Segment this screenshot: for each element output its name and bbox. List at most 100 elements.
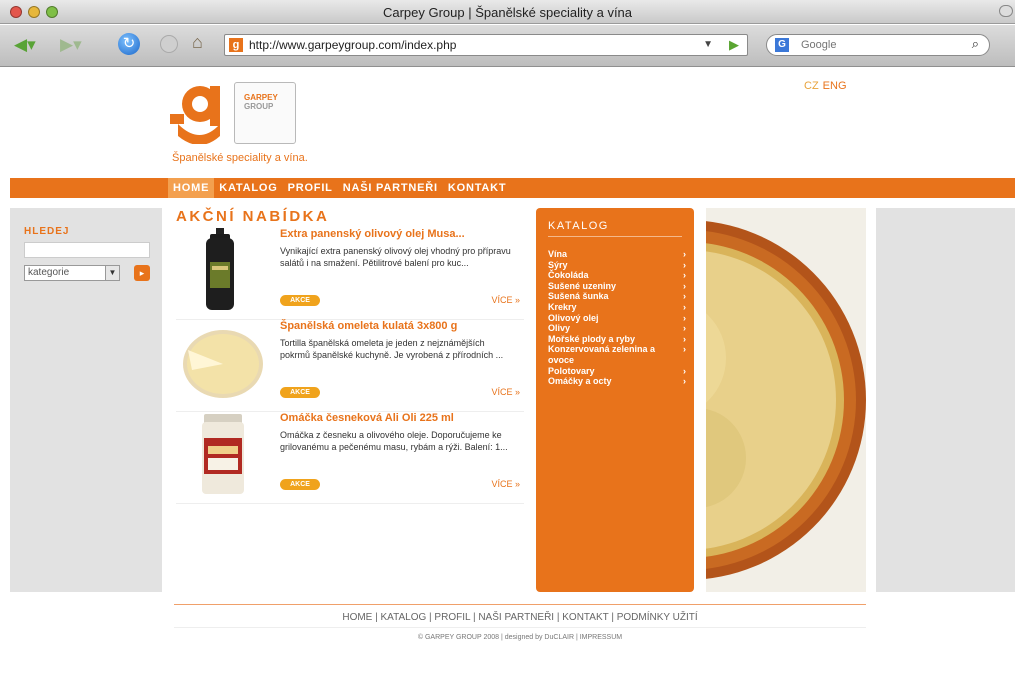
chevron-right-icon: ›	[683, 249, 686, 259]
catalog-item[interactable]: Polotovary ›	[548, 366, 688, 377]
nav-kontakt[interactable]: KONTAKT	[443, 178, 512, 198]
footer-link-partners[interactable]: NAŠI PARTNEŘI	[478, 612, 554, 623]
chevron-right-icon: ›	[683, 280, 686, 291]
catalog-item[interactable]: Sýry ›	[548, 260, 688, 271]
language-switcher: CZ ENG	[804, 80, 847, 92]
category-select[interactable]: kategorie ▼	[24, 265, 120, 281]
main-navigation: HOME KATALOG PROFIL NAŠI PARTNEŘI KONTAK…	[10, 178, 1015, 198]
product-item: Extra panenský olivový olej Musa... Vyni…	[176, 228, 524, 320]
footer-copyright: © GARPEY GROUP 2008 | designed by DuCLAI…	[417, 634, 623, 641]
spanish-omelette-image[interactable]	[180, 320, 266, 404]
chevron-right-icon: ›	[683, 312, 686, 323]
chevron-right-icon: ›	[683, 365, 686, 376]
product-item: Omáčka česneková Ali Oli 225 ml Omáčka z…	[176, 412, 524, 504]
garpey-group-logo-box[interactable]: GARPEY GROUP	[234, 82, 296, 144]
catalog-item-label: Olivy	[548, 323, 571, 334]
window-titlebar: Carpey Group | Španělské speciality a ví…	[0, 0, 1015, 24]
catalog-item[interactable]: Čokoláda ›	[548, 270, 688, 281]
site-search-button[interactable]: ▸	[134, 265, 150, 281]
search-icon[interactable]: ⌕	[972, 36, 979, 52]
product-name[interactable]: Extra panenský olivový olej Musa...	[280, 228, 465, 240]
chevron-right-icon: ›	[683, 301, 686, 312]
sale-badge: AKCE	[280, 387, 320, 398]
catalog-title: KATALOG	[548, 220, 609, 232]
product-item: Španělská omeleta kulatá 3x800 g Tortill…	[176, 320, 524, 412]
product-name[interactable]: Španělská omeleta kulatá 3x800 g	[280, 320, 457, 332]
catalog-item[interactable]: Vína ›	[548, 249, 688, 260]
chevron-right-icon: ›	[683, 291, 686, 302]
window-title: Carpey Group | Španělské speciality a ví…	[382, 5, 633, 20]
search-bar[interactable]: G ⌕	[766, 34, 990, 56]
chevron-right-icon: ›	[683, 323, 686, 334]
nav-partners[interactable]: NAŠI PARTNEŘI	[338, 178, 443, 198]
footer-link-terms[interactable]: PODMÍNKY UŽITÍ	[617, 612, 698, 623]
footer-link-katalog[interactable]: KATALOG	[381, 612, 427, 623]
arrow-right-icon: ▸	[139, 268, 145, 278]
garpey-logo-icon[interactable]	[170, 80, 232, 144]
web-page: GARPEY GROUP Španělské speciality a vína…	[0, 68, 1015, 699]
site-favicon-icon: g	[229, 38, 243, 52]
lang-eng-link[interactable]: ENG	[823, 80, 847, 92]
chevron-down-icon[interactable]: ▼	[105, 266, 119, 280]
toolbar-toggle-button[interactable]	[999, 5, 1013, 17]
catalog-item-label: Krekry	[548, 301, 577, 312]
catalog-item-label: Sýry	[548, 259, 568, 270]
catalog-item[interactable]: Krekry ›	[548, 302, 688, 313]
go-button[interactable]: ▶	[729, 37, 739, 53]
footer-links: HOME | KATALOG | PROFIL | NAŠI PARTNEŘI …	[174, 612, 866, 623]
catalog-item-label: Mořské plody a ryby	[548, 333, 636, 344]
chevron-right-icon: ›	[683, 376, 686, 387]
catalog-item[interactable]: Konzervovaná zelenina a ovoce ›	[548, 344, 688, 365]
footer-divider-2	[174, 627, 866, 628]
right-column	[876, 208, 1015, 592]
search-input[interactable]	[801, 37, 951, 53]
site-search-label: HLEDEJ	[24, 226, 70, 237]
catalog-item[interactable]: Omáčky a octy ›	[548, 376, 688, 387]
garlic-sauce-jar-image[interactable]	[180, 412, 266, 496]
catalog-item-label: Polotovary	[548, 365, 595, 376]
site-search-input[interactable]	[24, 242, 150, 258]
forward-button[interactable]: ▶▾	[60, 35, 82, 55]
product-description: Vynikající extra panenský olivový olej v…	[280, 246, 511, 268]
search-engine-icon[interactable]: G	[775, 38, 789, 52]
nav-katalog[interactable]: KATALOG	[214, 178, 282, 198]
home-button[interactable]: ⌂	[192, 32, 203, 52]
footer-separator: |	[608, 612, 617, 623]
catalog-item-label: Olivový olej	[548, 312, 599, 323]
more-link[interactable]: VÍCE »	[491, 387, 520, 397]
url-history-dropdown-icon[interactable]: ▼	[703, 39, 713, 50]
back-button[interactable]: ◀▾	[14, 35, 36, 55]
catalog-item[interactable]: Olivový olej ›	[548, 313, 688, 324]
nav-home[interactable]: HOME	[168, 178, 215, 198]
sale-badge: AKCE	[280, 479, 320, 490]
product-name[interactable]: Omáčka česneková Ali Oli 225 ml	[280, 412, 454, 424]
olive-oil-bottle-image[interactable]	[180, 228, 266, 312]
catalog-item[interactable]: Mořské plody a ryby ›	[548, 334, 688, 345]
catalog-item[interactable]: Sušená šunka ›	[548, 291, 688, 302]
more-link[interactable]: VÍCE »	[491, 295, 520, 305]
catalog-divider	[548, 236, 682, 237]
catalog-item-label: Sušená šunka	[548, 291, 609, 302]
catalog-item[interactable]: Sušené uzeniny ›	[548, 281, 688, 292]
catalog-item-label: Sušené uzeniny	[548, 280, 617, 291]
footer-divider	[174, 604, 866, 605]
logo-box-line2: GROUP	[244, 102, 274, 111]
url-text[interactable]: http://www.garpeygroup.com/index.php	[249, 38, 456, 52]
chevron-right-icon: ›	[683, 259, 686, 270]
footer-link-kontakt[interactable]: KONTAKT	[562, 612, 608, 623]
catalog-panel: KATALOG Vína › Sýry › Čokoláda › Sušené uze…	[536, 208, 694, 592]
catalog-item[interactable]: Olivy ›	[548, 323, 688, 334]
lang-cz-link[interactable]: CZ	[804, 80, 819, 92]
more-link[interactable]: VÍCE »	[491, 479, 520, 489]
nav-profil[interactable]: PROFIL	[283, 178, 338, 198]
address-bar[interactable]: g http://www.garpeygroup.com/index.php ▼…	[224, 34, 748, 56]
catalog-item-label: Vína	[548, 249, 568, 259]
chevron-right-icon: ›	[683, 270, 686, 281]
reload-button[interactable]: ↻	[118, 33, 140, 55]
footer-link-home[interactable]: HOME	[342, 612, 372, 623]
footer-link-profil[interactable]: PROFIL	[434, 612, 470, 623]
sale-badge: AKCE	[280, 295, 320, 306]
stop-button[interactable]	[160, 35, 178, 53]
tortilla-photo	[706, 208, 866, 592]
left-sidebar: HLEDEJ kategorie ▼ ▸	[10, 208, 162, 592]
